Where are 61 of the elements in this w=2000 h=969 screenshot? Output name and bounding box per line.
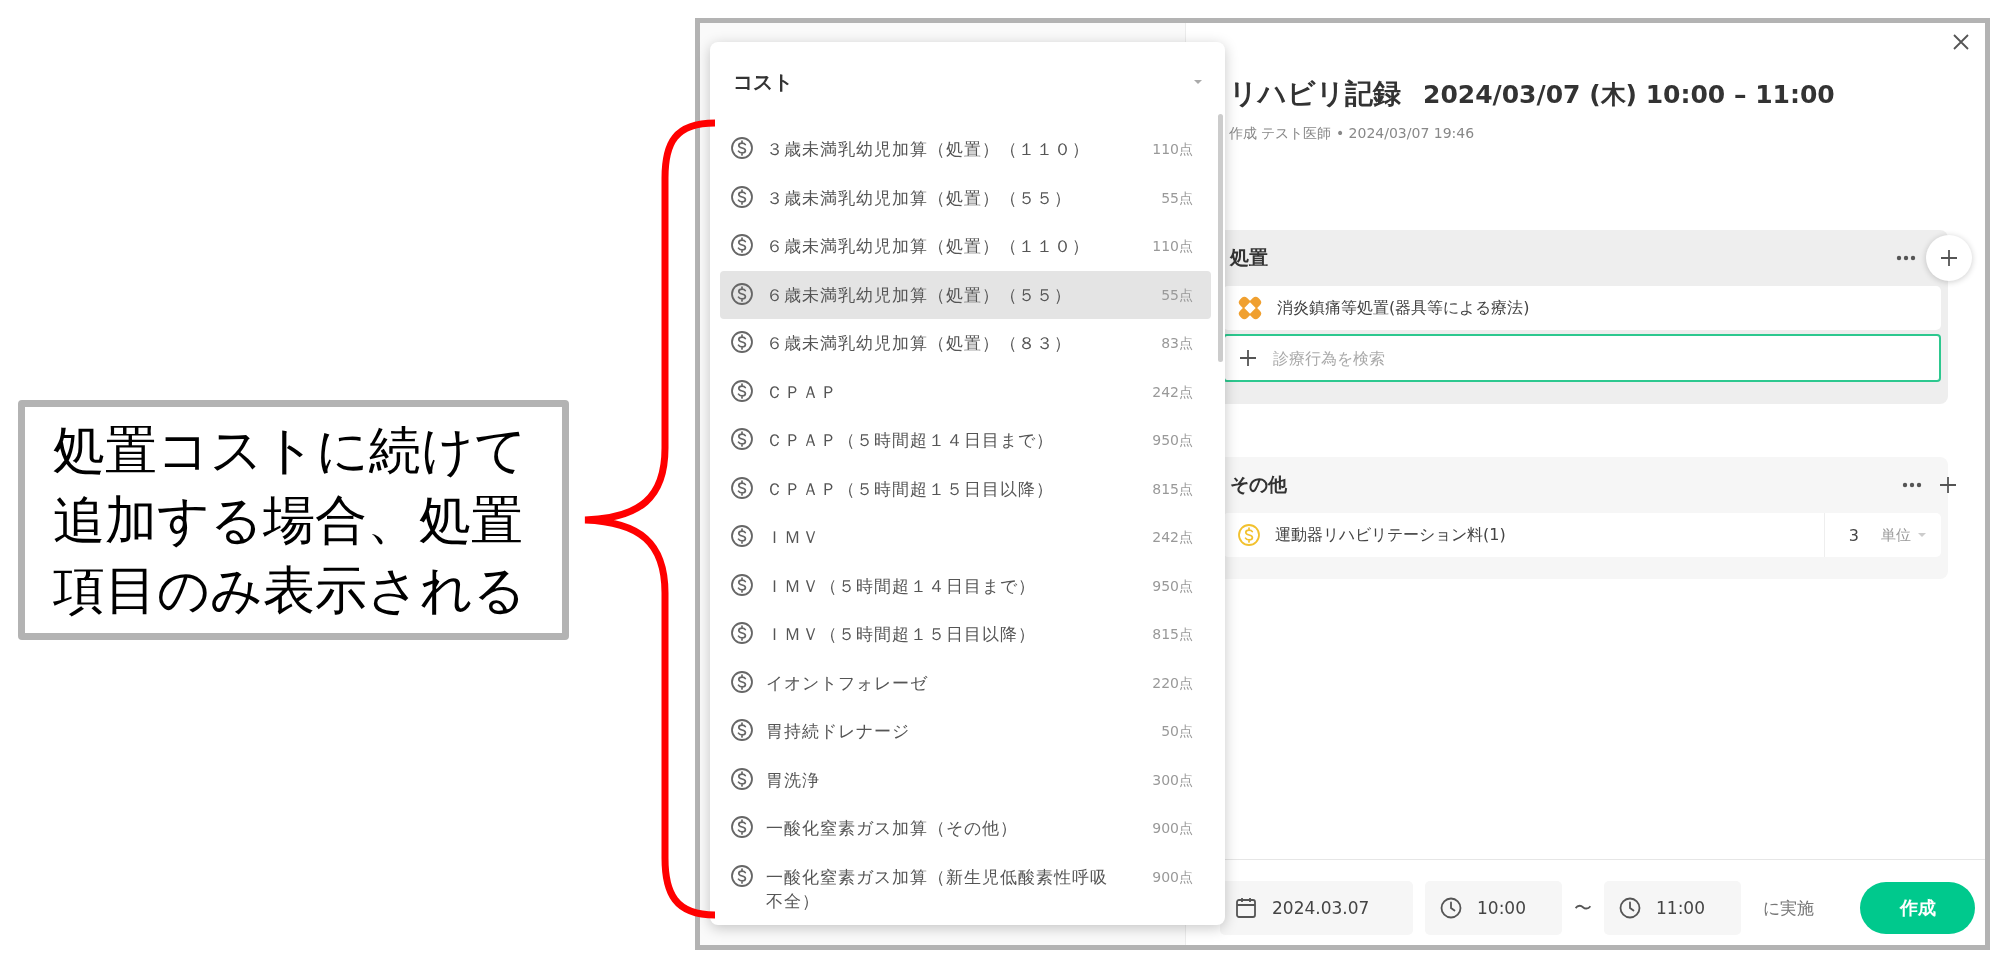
dropdown-title: コスト	[733, 68, 793, 96]
record-datetime: 2024/03/07 (木) 10:00 – 11:00	[1423, 79, 1835, 111]
dollar-coin-icon	[730, 572, 754, 597]
calendar-icon	[1234, 896, 1258, 920]
plus-icon	[1239, 349, 1257, 367]
cost-option[interactable]: 胃持続ドレナージ 50点	[720, 707, 1211, 756]
close-icon[interactable]	[1952, 33, 1970, 51]
range-separator: 〜	[1574, 896, 1592, 920]
cost-option[interactable]: ＣＰＡＰ（５時間超１５日目以降） 815点	[720, 464, 1211, 513]
clock-icon	[1439, 896, 1463, 920]
record-title: リハビリ記録	[1229, 76, 1401, 112]
cost-option[interactable]: 胃洗浄 300点	[720, 755, 1211, 804]
time-field[interactable]: 11:00	[1604, 881, 1741, 935]
quantity-text: 3	[1848, 525, 1859, 545]
cost-option[interactable]: ＩＭＶ 242点	[720, 513, 1211, 562]
cost-option[interactable]: ３歳未満乳幼児加算（処置）（１１０） 110点	[720, 125, 1211, 174]
cost-option[interactable]: ６歳未満乳幼児加算（処置）（５５） 55点	[720, 270, 1211, 319]
more-icon[interactable]	[1896, 255, 1916, 261]
caret-icon	[1917, 532, 1927, 538]
plus-icon	[1939, 476, 1957, 494]
suffix-label: に実施	[1763, 896, 1814, 920]
dollar-coin-icon	[730, 766, 754, 791]
cost-option[interactable]: ３歳未満乳幼児加算（処置）（５５） 55点	[720, 173, 1211, 222]
dollar-coin-icon	[730, 621, 754, 645]
record-meta: 作成 テスト医師 • 2024/03/07 19:46	[1229, 125, 1476, 143]
cost-option[interactable]: ６歳未満乳幼児加算（処置）（８３） 83点	[720, 319, 1211, 368]
dollar-coin-icon	[730, 233, 754, 257]
dollar-coin-icon	[730, 475, 754, 500]
dollar-coin-icon	[730, 184, 754, 209]
dollar-coin-icon	[730, 330, 754, 354]
time-field[interactable]: 10:00	[1425, 881, 1562, 935]
bandage-icon	[1237, 295, 1263, 321]
more-icon[interactable]	[1902, 482, 1922, 488]
dollar-coin-icon	[730, 136, 754, 160]
dollar-coin-icon	[730, 378, 754, 403]
dollar-coin-icon	[730, 863, 754, 888]
cost-option[interactable]: イオントフォレーゼ 220点	[720, 658, 1211, 707]
dollar-coin-icon	[730, 718, 754, 742]
clock-icon	[1618, 896, 1642, 920]
cost-option[interactable]: ＣＰＡＰ（５時間超１４日目まで） 950点	[720, 416, 1211, 465]
dollar-coin-icon	[1237, 523, 1261, 547]
cost-option[interactable]: ＩＭＶ（５時間超１４日目まで） 950点	[720, 561, 1211, 610]
section-title: 処置	[1230, 245, 1268, 270]
plus-icon	[1940, 249, 1958, 267]
dollar-coin-icon	[730, 669, 754, 694]
cost-option[interactable]: 一酸化窒素ガス加算（新生児低酸素性呼吸不全） 900点	[720, 852, 1211, 913]
dollar-coin-icon	[730, 524, 754, 548]
entry-name: 消炎鎮痛等処置(器具等による療法)	[1277, 297, 1530, 319]
cost-option[interactable]: ６歳未満乳幼児加算（処置）（１１０） 110点	[720, 222, 1211, 271]
cost-option[interactable]: ＣＰＡＰ 242点	[720, 367, 1211, 416]
date-field[interactable]: 2024.03.07	[1220, 881, 1413, 935]
add-button[interactable]	[1926, 235, 1972, 281]
cost-option[interactable]: 一酸化窒素ガス加算（その他） 900点	[720, 804, 1211, 853]
callout-text: 処置コストに続けて追加する場合、処置項目のみ表示される	[53, 419, 528, 622]
cost-option[interactable]: ＩＭＶ（５時間超１５日目以降） 815点	[720, 610, 1211, 659]
dollar-coin-icon	[730, 281, 754, 306]
dollar-coin-icon	[730, 815, 754, 839]
search-field[interactable]: 診療行為を検索	[1223, 334, 1941, 382]
section-title: その他	[1230, 472, 1287, 497]
entry-name: 運動器リハビリテーション料(1)	[1275, 524, 1506, 546]
dollar-coin-icon	[730, 427, 754, 451]
